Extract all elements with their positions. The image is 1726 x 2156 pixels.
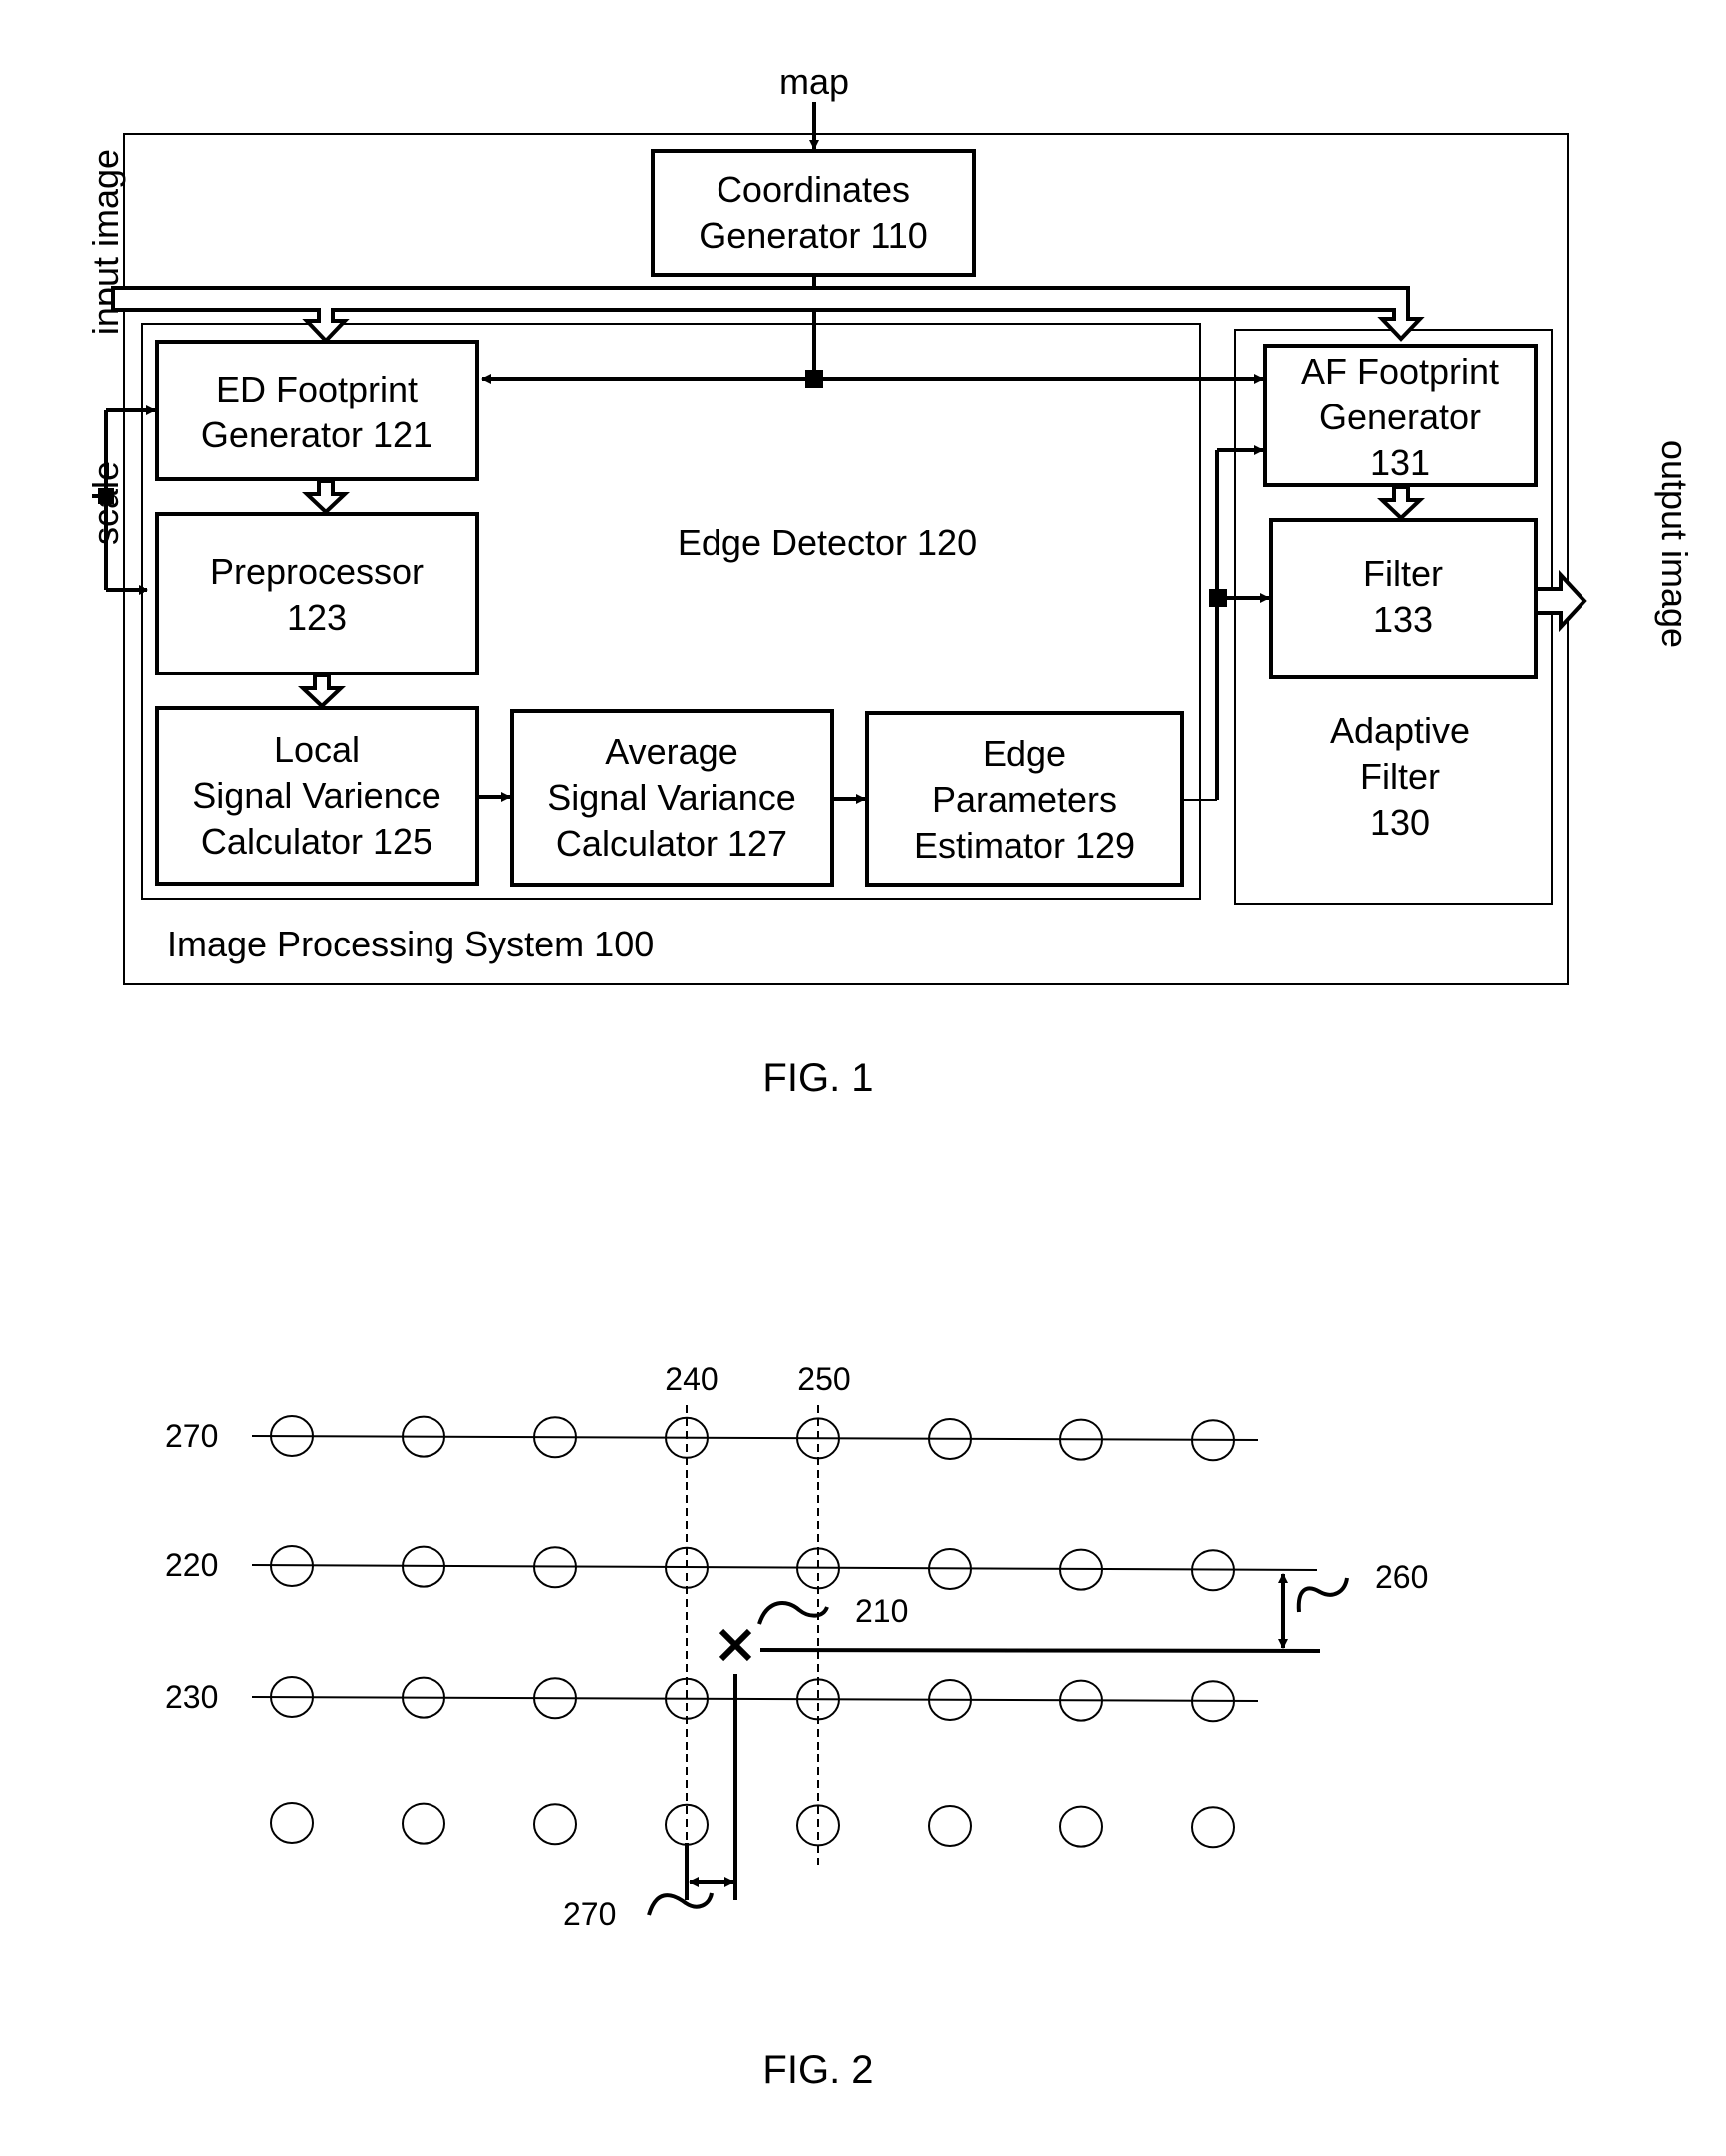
preprocessor-block: Preprocessor 123 [155, 512, 479, 675]
fig1: Image Processing System 100 Edge Detecto… [85, 61, 1695, 1100]
system-label: Image Processing System 100 [167, 924, 654, 964]
adaptive-filter-label: Adaptive Filter 130 [1330, 710, 1470, 843]
fig1-caption: FIG. 1 [762, 1056, 873, 1100]
row-label-220: 220 [165, 1547, 218, 1583]
column-label-240: 240 [665, 1361, 718, 1397]
grid-pixel-r3-c5 [928, 1805, 972, 1847]
average-signal-variance-block: Average Signal Variance Calculator 127 [510, 709, 834, 887]
edge-line-3: Estimator 129 [914, 825, 1135, 866]
edge-detector-label: Edge Detector 120 [678, 522, 977, 563]
adaptive-line-1: Adaptive [1330, 710, 1470, 751]
coords-line-1: Coordinates [717, 169, 910, 210]
adaptive-line-3: 130 [1370, 802, 1430, 843]
ed-to-pre-arrow [301, 479, 351, 515]
edge-parameters-estimator-block: Edge Parameters Estimator 129 [865, 711, 1184, 887]
filter-block: Filter 133 [1269, 518, 1538, 679]
ed-line-1: ED Footprint [216, 369, 418, 409]
column-label-250: 250 [797, 1361, 850, 1397]
patent-figures: Image Processing System 100 Edge Detecto… [85, 61, 1695, 2092]
edge-line-2: Parameters [932, 779, 1117, 820]
grid-pixel-r3-c6 [1059, 1805, 1103, 1848]
local-line-3: Calculator 125 [201, 821, 432, 862]
ref-270-label: 270 [563, 1896, 616, 1932]
ref-210-label: 210 [855, 1593, 908, 1629]
row-line-220 [251, 1564, 1318, 1571]
ref-210-leader [757, 1601, 829, 1625]
grid-pixel-r3-c1 [402, 1802, 445, 1845]
filter-line-2: 133 [1373, 599, 1433, 640]
coords-line-2: Generator 110 [699, 215, 927, 256]
grid-pixel-r3-c2 [533, 1803, 577, 1846]
output-image-arrow [1534, 569, 1587, 633]
edge-line-1: Edge [983, 733, 1066, 774]
pre-to-local-arrow [297, 674, 347, 709]
adaptive-line-2: Filter [1360, 756, 1440, 797]
af-to-filter-arrow [1376, 485, 1426, 521]
fig2-caption: FIG. 2 [762, 2048, 873, 2092]
input-image-bus [111, 286, 1425, 344]
af-line-2: Generator [1319, 397, 1481, 437]
af-line-1: AF Footprint [1301, 351, 1499, 392]
avg-line-1: Average [605, 731, 737, 772]
grid-pixel-r3-c0 [270, 1802, 314, 1844]
map-input-label: map [779, 61, 849, 102]
row-label-270: 270 [165, 1418, 218, 1454]
ed-line-2: Generator 121 [201, 414, 432, 455]
row-label-230: 230 [165, 1679, 218, 1715]
af-line-3: 131 [1370, 442, 1430, 483]
fig2: 240 250 270 220 230 210 260 270 FIG. 2 [165, 1361, 1428, 2092]
pixel-grid [270, 1415, 1235, 1849]
ref-270-leader [647, 1892, 714, 1916]
point-horizontal-line [759, 1648, 1321, 1653]
ed-footprint-generator-block: ED Footprint Generator 121 [155, 340, 479, 481]
filter-line-1: Filter [1363, 553, 1443, 594]
grid-pixel-r3-c7 [1191, 1806, 1235, 1849]
avg-line-2: Signal Variance [547, 777, 796, 818]
ref-260-label: 260 [1375, 1559, 1428, 1595]
output-image-label: output image [1654, 440, 1695, 648]
coordinates-generator-block: Coordinates Generator 110 [651, 149, 976, 277]
pre-line-2: 123 [287, 597, 347, 638]
sample-point-x-mark [719, 1628, 752, 1662]
local-line-1: Local [274, 729, 360, 770]
ref-260-leader [1296, 1577, 1349, 1613]
avg-line-3: Calculator 127 [556, 823, 787, 864]
af-footprint-generator-block: AF Footprint Generator 131 [1263, 344, 1538, 487]
local-line-2: Signal Varience [192, 775, 441, 816]
local-signal-variance-block: Local Signal Varience Calculator 125 [155, 706, 479, 886]
pre-line-1: Preprocessor [210, 551, 424, 592]
